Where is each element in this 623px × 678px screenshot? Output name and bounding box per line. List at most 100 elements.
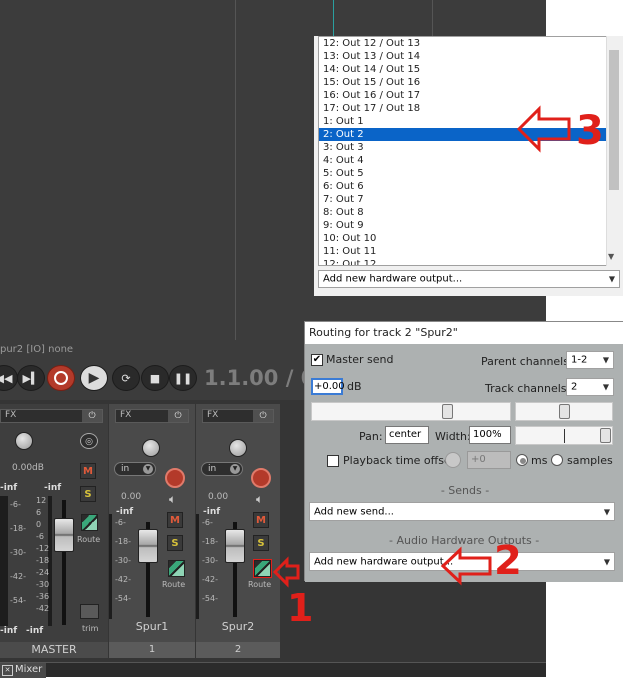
repeat-button[interactable]: ⟳ xyxy=(112,365,140,391)
hardware-output-item[interactable]: 16: Out 16 / Out 17 xyxy=(319,89,619,102)
mixer-tab[interactable]: ✕ Mixer xyxy=(0,663,46,678)
skip-end-button[interactable]: ▶▍ xyxy=(17,365,45,391)
track2-solo-button[interactable]: S xyxy=(253,535,269,551)
pause-button[interactable]: ❚❚ xyxy=(169,365,197,391)
track1-name[interactable]: Spur1 xyxy=(109,620,195,633)
master-route-button[interactable] xyxy=(81,514,98,531)
track2-fader[interactable] xyxy=(225,529,245,563)
track1-pan-knob[interactable] xyxy=(142,439,160,457)
hardware-output-item[interactable]: 12: Out 12 xyxy=(319,258,619,265)
fx-power-icon[interactable]: ⏻ xyxy=(82,410,102,422)
track1-route-label: Route xyxy=(162,580,186,589)
scrollbar-thumb[interactable] xyxy=(609,50,619,190)
volume-input[interactable]: +0.00 xyxy=(311,378,345,395)
track2-route-button[interactable] xyxy=(254,560,271,577)
track1-solo-button[interactable]: S xyxy=(167,535,183,551)
close-icon[interactable]: ✕ xyxy=(2,665,13,676)
hardware-output-list[interactable]: 12: Out 12 / Out 13 13: Out 13 / Out 14 14… xyxy=(318,36,620,266)
fx-power-icon[interactable]: ⏻ xyxy=(253,410,273,422)
stop-button[interactable]: ■ xyxy=(141,365,169,391)
hardware-output-combo[interactable]: Add new hardware output... ▼ xyxy=(318,270,620,288)
master-mono-icon[interactable]: ◎ xyxy=(80,433,98,449)
pan-slider-top-thumb[interactable] xyxy=(559,404,570,419)
meter-scale-label: -42 xyxy=(36,604,50,613)
add-send-combo[interactable]: Add new send... ▼ xyxy=(309,502,615,521)
hardware-output-item[interactable]: 9: Out 9 xyxy=(319,219,619,232)
hardware-output-item[interactable]: 13: Out 13 / Out 14 xyxy=(319,50,619,63)
hardware-output-item[interactable]: 5: Out 5 xyxy=(319,167,619,180)
meter-scale-label: -54- xyxy=(202,594,218,603)
hardware-output-item[interactable]: 4: Out 4 xyxy=(319,154,619,167)
hardware-output-item[interactable]: 3: Out 3 xyxy=(319,141,619,154)
track1-peak: -inf xyxy=(116,507,134,517)
track1-mute-button[interactable]: M xyxy=(167,512,183,528)
meter-scale-label: -36 xyxy=(36,592,50,601)
samples-radio[interactable] xyxy=(551,454,563,466)
volume-slider-thumb[interactable] xyxy=(442,404,453,419)
parent-channels-value: 1-2 xyxy=(571,354,588,366)
width-slider-thumb[interactable] xyxy=(600,428,611,443)
master-fx-bar[interactable]: FX ⏻ xyxy=(0,409,103,423)
hardware-output-item[interactable]: 1: Out 1 xyxy=(319,115,619,128)
hardware-output-item[interactable]: 12: Out 12 / Out 13 xyxy=(319,37,619,50)
width-label: Width: xyxy=(435,430,471,443)
meter-scale-label: -42- xyxy=(10,572,26,581)
track2-number[interactable]: 2 xyxy=(196,642,280,658)
chevron-down-icon: ▼ xyxy=(230,464,240,474)
record-button[interactable] xyxy=(47,365,75,391)
hardware-output-item[interactable]: 6: Out 6 xyxy=(319,180,619,193)
track1-record-arm-button[interactable] xyxy=(165,468,185,488)
track2-input-select[interactable]: in ▼ xyxy=(201,462,243,476)
width-input[interactable]: 100% xyxy=(469,426,511,444)
mixer-tab-label: Mixer xyxy=(15,664,43,675)
track1-fx-bar[interactable]: FX ⏻ xyxy=(115,409,189,423)
offset-input[interactable]: +0 xyxy=(467,451,511,469)
track1-route-button[interactable] xyxy=(168,560,185,577)
hardware-output-item[interactable]: 11: Out 11 xyxy=(319,245,619,258)
track-channels-select[interactable]: 2 ▼ xyxy=(566,378,614,396)
track1-input-select[interactable]: in ▼ xyxy=(114,462,156,476)
track2-pan-knob[interactable] xyxy=(229,439,247,457)
master-strip: FX ⏻ ◎ 0.00dB M S Route -inf -inf -6- -18… xyxy=(0,404,108,642)
hardware-output-item[interactable]: 2: Out 2 xyxy=(319,128,619,141)
list-scrollbar[interactable]: ▼ xyxy=(606,36,620,266)
hardware-output-item[interactable]: 8: Out 8 xyxy=(319,206,619,219)
track2-route-label: Route xyxy=(248,580,272,589)
hardware-output-item[interactable]: 15: Out 15 / Out 16 xyxy=(319,76,619,89)
hardware-output-item[interactable]: 7: Out 7 xyxy=(319,193,619,206)
pan-value: center xyxy=(389,429,422,440)
master-mute-button[interactable]: M xyxy=(80,463,96,479)
parent-channels-select[interactable]: 1-2 ▼ xyxy=(566,351,614,369)
meter-scale-label: 0 xyxy=(36,520,42,529)
track2-name[interactable]: Spur2 xyxy=(196,620,280,633)
track2-mute-button[interactable]: M xyxy=(253,512,269,528)
offset-value: +0 xyxy=(471,454,486,465)
hardware-output-item[interactable]: 17: Out 17 / Out 18 xyxy=(319,102,619,115)
chevron-down-icon[interactable]: ▼ xyxy=(608,252,614,261)
rewind-button[interactable]: ◀◀ xyxy=(0,365,18,391)
hardware-output-item[interactable]: 10: Out 10 xyxy=(319,232,619,245)
annotation-number-2: 2 xyxy=(494,538,522,584)
master-trim-icon[interactable] xyxy=(80,604,99,619)
master-fader[interactable] xyxy=(54,518,74,552)
master-peak-right: -inf xyxy=(44,483,62,493)
pan-slider-top[interactable] xyxy=(515,402,613,421)
pan-input[interactable]: center xyxy=(385,426,429,444)
track1-fader[interactable] xyxy=(138,529,158,563)
play-button[interactable]: ▶ xyxy=(80,365,108,391)
offset-knob[interactable] xyxy=(445,452,461,468)
track-channels-label: Track channels: xyxy=(485,382,571,395)
master-solo-button[interactable]: S xyxy=(80,486,96,502)
master-pan-knob[interactable] xyxy=(15,432,33,450)
master-send-checkbox[interactable]: ✔ xyxy=(311,354,323,366)
add-hw-output-combo[interactable]: Add new hardware output... ▼ xyxy=(309,552,615,571)
track1-number[interactable]: 1 xyxy=(109,642,195,658)
track2-record-arm-button[interactable] xyxy=(251,468,271,488)
width-slider[interactable] xyxy=(515,426,613,445)
volume-slider[interactable] xyxy=(311,402,511,421)
playback-offset-checkbox[interactable] xyxy=(327,455,339,467)
fx-power-icon[interactable]: ⏻ xyxy=(168,410,188,422)
track2-fx-bar[interactable]: FX ⏻ xyxy=(202,409,274,423)
ms-radio[interactable] xyxy=(516,454,528,466)
hardware-output-item[interactable]: 14: Out 14 / Out 15 xyxy=(319,63,619,76)
